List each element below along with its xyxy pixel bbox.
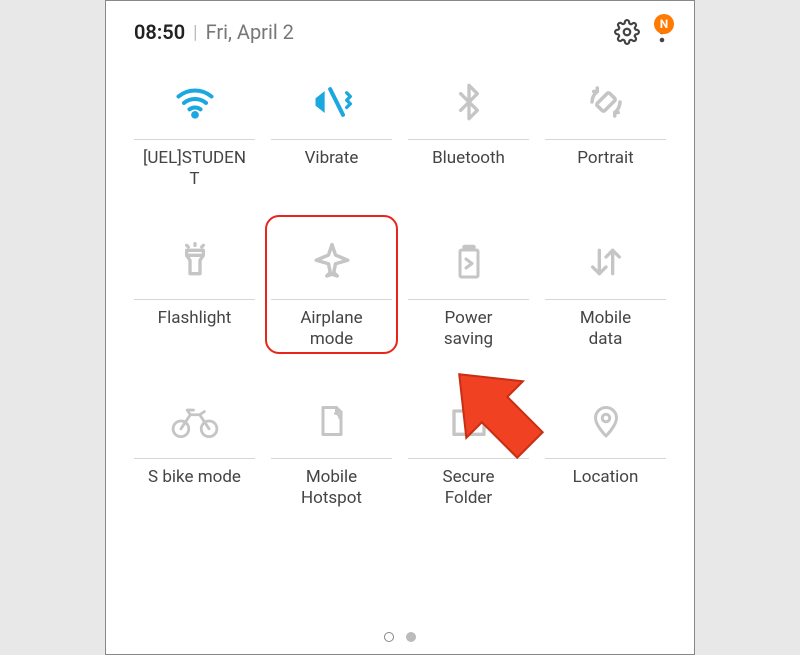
tile-mobile-data[interactable]: Mobile data (537, 221, 674, 351)
secure-folder-icon (448, 401, 490, 441)
tile-sound[interactable]: Vibrate (263, 61, 400, 191)
page-dot-1[interactable] (384, 632, 394, 642)
tile-label: Vibrate (301, 148, 363, 190)
gear-icon (614, 19, 640, 45)
airplane-icon (311, 241, 353, 283)
portrait-icon (585, 81, 627, 123)
tile-wifi[interactable]: [UEL]STUDEN T (126, 61, 263, 191)
notification-badge: N (654, 14, 674, 34)
tile-label: Airplane mode (296, 308, 366, 351)
tile-location[interactable]: Location (537, 380, 674, 510)
tile-label: Mobile data (576, 308, 635, 351)
tile-label: Power saving (440, 308, 497, 351)
settings-button[interactable] (614, 19, 640, 45)
wifi-icon (173, 80, 217, 124)
clock-time: 08:50 (134, 20, 185, 44)
tile-label: Flashlight (154, 308, 236, 350)
tile-label: Bluetooth (428, 148, 509, 190)
tile-s-bike-mode[interactable]: S bike mode (126, 380, 263, 510)
tile-label: [UEL]STUDEN T (139, 148, 250, 191)
tile-label: Portrait (573, 148, 637, 190)
tile-rotation[interactable]: Portrait (537, 61, 674, 191)
tile-secure-folder[interactable]: Secure Folder (400, 380, 537, 510)
hotspot-icon (314, 400, 350, 442)
tile-airplane-mode[interactable]: Airplane mode (263, 221, 400, 351)
mobile-data-icon (586, 241, 626, 283)
more-options-button[interactable]: N (658, 20, 666, 44)
tile-label: Secure Folder (439, 467, 499, 510)
tile-flashlight[interactable]: Flashlight (126, 221, 263, 351)
bluetooth-icon (449, 80, 489, 124)
location-icon (588, 399, 624, 443)
quick-settings-panel: 08:50 | Fri, April 2 N [UEL]STUDEN T (105, 0, 695, 655)
status-bar: 08:50 | Fri, April 2 N (106, 1, 694, 51)
tile-label: Mobile Hotspot (297, 467, 366, 510)
flashlight-icon (175, 240, 215, 284)
tile-label: S bike mode (144, 467, 245, 509)
quick-settings-grid: [UEL]STUDEN T Vibrate Bluetooth (106, 51, 694, 510)
bike-icon (170, 401, 220, 441)
page-indicator (106, 632, 694, 642)
status-separator: | (193, 22, 197, 43)
status-date: Fri, April 2 (206, 20, 614, 44)
tile-power-saving[interactable]: Power saving (400, 221, 537, 351)
tile-mobile-hotspot[interactable]: Mobile Hotspot (263, 380, 400, 510)
page-dot-2[interactable] (406, 632, 416, 642)
power-saving-icon (451, 240, 487, 284)
tile-bluetooth[interactable]: Bluetooth (400, 61, 537, 191)
tile-label: Location (569, 467, 643, 509)
vibrate-icon (310, 80, 354, 124)
